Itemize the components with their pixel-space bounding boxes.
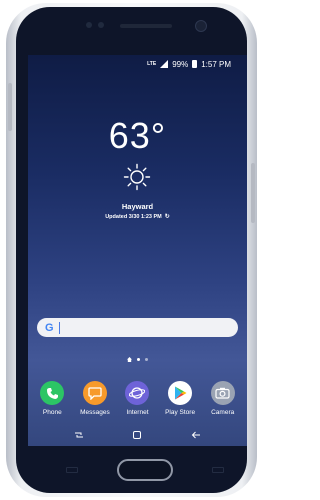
earpiece-speaker xyxy=(120,24,172,28)
google-search-bar[interactable]: G xyxy=(37,318,238,337)
signal-icon xyxy=(160,60,169,68)
battery-icon xyxy=(192,60,198,68)
clock: 1:57 PM xyxy=(201,59,231,69)
app-label-camera: Camera xyxy=(211,409,235,416)
app-label-play-store: Play Store xyxy=(165,409,196,416)
app-label-messages: Messages xyxy=(80,409,110,416)
camera-icon[interactable] xyxy=(210,381,235,405)
temperature[interactable]: 63° xyxy=(28,115,247,157)
home-key[interactable] xyxy=(117,459,173,481)
back-soft-key[interactable] xyxy=(212,467,224,473)
page-dot-2 xyxy=(145,358,148,361)
power-button[interactable] xyxy=(251,163,255,223)
recents-soft-key[interactable] xyxy=(66,467,78,473)
app-dock: Phone Messages Internet Play Store Camer… xyxy=(28,381,247,416)
app-label-internet: Internet xyxy=(126,409,149,416)
phone-icon[interactable] xyxy=(40,381,65,405)
search-input[interactable] xyxy=(58,321,237,334)
app-phone[interactable]: Phone xyxy=(31,381,73,416)
network-type: LTE xyxy=(147,61,157,67)
home-page-icon xyxy=(127,357,132,362)
page-indicator xyxy=(28,357,247,362)
google-logo-icon: G xyxy=(45,321,54,334)
weather-updated-time: Updated 3/30 1:23 PM xyxy=(105,213,162,220)
navigation-bar xyxy=(28,423,247,446)
refresh-icon[interactable]: ↻ xyxy=(165,213,170,220)
home-icon[interactable] xyxy=(132,430,142,440)
internet-icon[interactable] xyxy=(125,381,150,405)
sun-icon[interactable] xyxy=(123,163,151,191)
weather-city[interactable]: Hayward xyxy=(28,202,247,211)
app-play-store[interactable]: Play Store xyxy=(159,381,201,416)
volume-button[interactable] xyxy=(8,83,12,131)
app-label-phone: Phone xyxy=(42,409,62,416)
battery-percent: 99% xyxy=(172,59,189,69)
play-store-icon[interactable] xyxy=(168,381,193,405)
page-dot-1 xyxy=(137,358,140,361)
app-messages[interactable]: Messages xyxy=(74,381,116,416)
recents-icon[interactable] xyxy=(74,430,84,440)
status-bar: LTE 99% 1:57 PM xyxy=(28,55,247,73)
back-icon[interactable] xyxy=(191,430,201,440)
app-internet[interactable]: Internet xyxy=(116,381,158,416)
messages-icon[interactable] xyxy=(82,381,107,405)
weather-updated-row: Updated 3/30 1:23 PM ↻ xyxy=(28,213,247,221)
home-screen: LTE 99% 1:57 PM 63° Hayward Updated 3/30… xyxy=(28,55,247,446)
light-sensor xyxy=(98,22,104,28)
front-camera xyxy=(195,20,207,32)
phone-frame: LTE 99% 1:57 PM 63° Hayward Updated 3/30… xyxy=(6,3,257,497)
app-camera[interactable]: Camera xyxy=(202,381,244,416)
proximity-sensor xyxy=(86,22,92,28)
